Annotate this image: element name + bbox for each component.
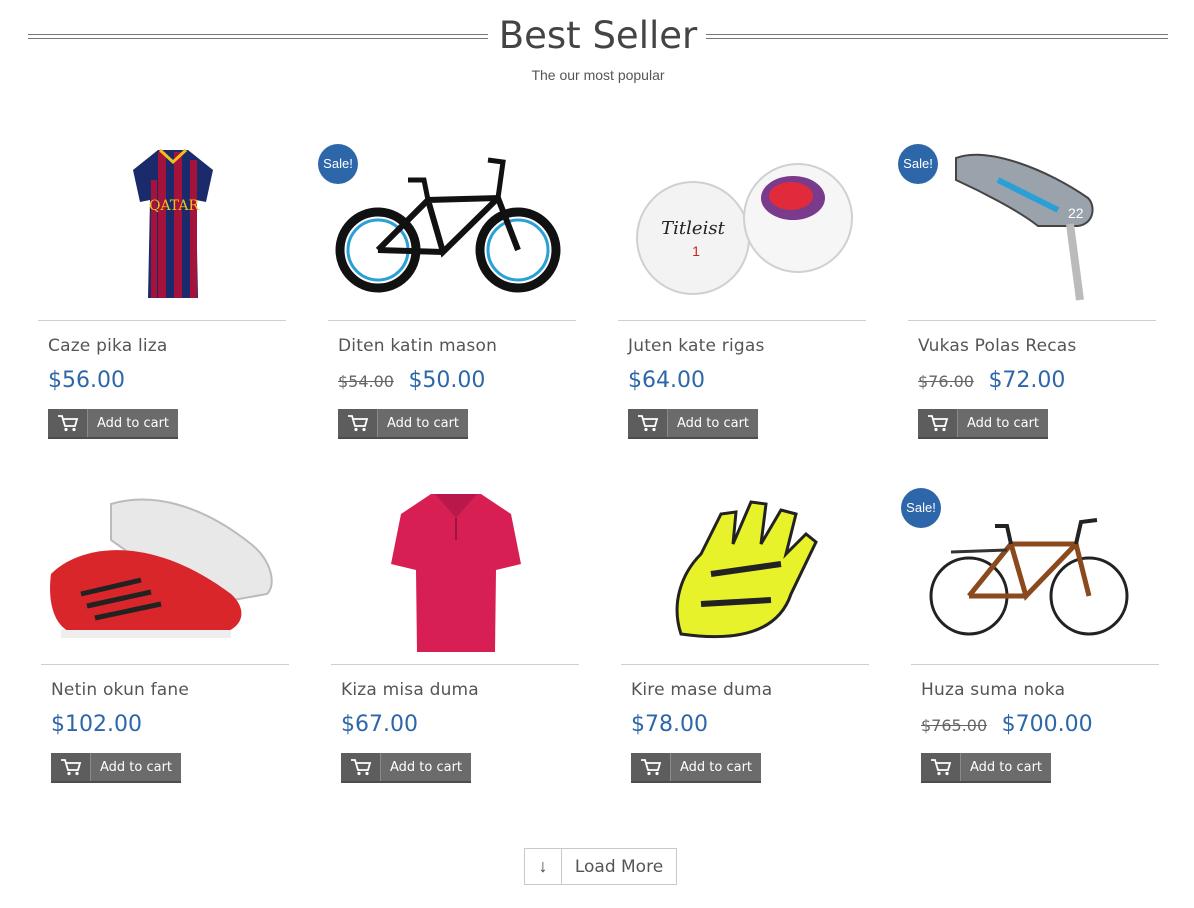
add-to-cart-label: Add to cart (386, 415, 460, 431)
sale-badge: Sale! (901, 488, 941, 528)
product-image-golf-balls[interactable]: Titleist 1 (618, 140, 866, 310)
section-header: Best Seller The our most popular (28, 14, 1168, 94)
product-price: $67.00 (341, 712, 418, 737)
cart-icon (921, 753, 961, 781)
product-prices: $78.00 (631, 712, 708, 737)
load-more-label: Load More (574, 856, 664, 877)
card-divider (331, 664, 579, 665)
add-to-cart-label: Add to cart (966, 415, 1040, 431)
product-name[interactable]: Diten katin mason (338, 336, 497, 356)
add-to-cart-button[interactable]: Add to cart (48, 409, 178, 439)
product-old-price: $765.00 (921, 716, 988, 735)
product-card[interactable]: Kiza misa duma $67.00 Add to cart (331, 484, 579, 784)
add-to-cart-label: Add to cart (969, 759, 1043, 775)
product-prices: $56.00 (48, 368, 125, 393)
svg-text:QATAR: QATAR (149, 198, 200, 214)
add-to-cart-label: Add to cart (389, 759, 463, 775)
product-name[interactable]: Netin okun fane (51, 680, 189, 700)
product-prices: $64.00 (628, 368, 705, 393)
product-name[interactable]: Caze pika liza (48, 336, 168, 356)
card-divider (41, 664, 289, 665)
product-card[interactable]: Netin okun fane $102.00 Add to cart (41, 484, 289, 784)
add-to-cart-button[interactable]: Add to cart (628, 409, 758, 439)
add-to-cart-button[interactable]: Add to cart (921, 753, 1051, 783)
sale-badge: Sale! (898, 144, 938, 184)
card-divider (328, 320, 576, 321)
product-name[interactable]: Vukas Polas Recas (918, 336, 1076, 356)
product-prices: $67.00 (341, 712, 418, 737)
arrow-down-icon: ↓ (525, 849, 562, 884)
product-card[interactable]: Sale! Diten katin mason $54.00 $50.00 Ad… (318, 140, 576, 440)
product-price: $700.00 (1001, 712, 1093, 737)
product-image-road-bike[interactable] (911, 484, 1159, 654)
svg-text:1: 1 (692, 243, 700, 259)
product-name[interactable]: Kiza misa duma (341, 680, 479, 700)
product-image-mountain-bike[interactable] (328, 140, 576, 310)
add-to-cart-button[interactable]: Add to cart (51, 753, 181, 783)
product-image-soccer-jersey[interactable]: QATAR (38, 140, 286, 310)
product-price: $72.00 (988, 368, 1066, 393)
cart-icon (338, 409, 378, 437)
product-price: $56.00 (48, 368, 125, 393)
add-to-cart-label: Add to cart (676, 415, 750, 431)
card-divider (621, 664, 869, 665)
product-price: $102.00 (51, 712, 142, 737)
product-old-price: $54.00 (338, 372, 394, 391)
card-divider (908, 320, 1156, 321)
product-name[interactable]: Juten kate rigas (628, 336, 765, 356)
product-prices: $765.00 $700.00 (921, 712, 1093, 737)
add-to-cart-label: Add to cart (96, 415, 170, 431)
section-subtitle: The our most popular (531, 67, 665, 83)
product-card[interactable]: Kire mase duma $78.00 Add to cart (621, 484, 869, 784)
product-prices: $54.00 $50.00 (338, 368, 485, 393)
add-to-cart-button[interactable]: Add to cart (338, 409, 468, 439)
product-prices: $76.00 $72.00 (918, 368, 1065, 393)
cart-icon (918, 409, 958, 437)
cart-icon (51, 753, 91, 781)
card-divider (618, 320, 866, 321)
card-divider (911, 664, 1159, 665)
add-to-cart-button[interactable]: Add to cart (918, 409, 1048, 439)
section-title: Best Seller (498, 14, 698, 57)
cart-icon (628, 409, 668, 437)
product-card[interactable]: QATAR Caze pika liza $56.00 Add to cart (38, 140, 286, 440)
product-old-price: $76.00 (918, 372, 974, 391)
product-card[interactable]: Sale! Huza suma noka $765.00 $700.00 Add… (901, 484, 1159, 784)
svg-text:22: 22 (1068, 205, 1084, 221)
product-card[interactable]: Titleist 1 Juten kate rigas $64.00 Add t… (618, 140, 866, 440)
product-card[interactable]: 22 Sale! Vukas Polas Recas $76.00 $72.00… (898, 140, 1156, 440)
add-to-cart-label: Add to cart (99, 759, 173, 775)
product-image-football-boots[interactable] (41, 484, 289, 654)
product-prices: $102.00 (51, 712, 142, 737)
add-to-cart-button[interactable]: Add to cart (631, 753, 761, 783)
product-name[interactable]: Huza suma noka (921, 680, 1065, 700)
product-price: $64.00 (628, 368, 705, 393)
cart-icon (341, 753, 381, 781)
product-price: $50.00 (408, 368, 486, 393)
product-price: $78.00 (631, 712, 708, 737)
add-to-cart-label: Add to cart (679, 759, 753, 775)
product-image-motorcycle-glove[interactable] (621, 484, 869, 654)
product-image-golf-iron[interactable]: 22 (908, 140, 1156, 310)
product-image-polo-shirt[interactable] (331, 484, 579, 654)
sale-badge: Sale! (318, 144, 358, 184)
add-to-cart-button[interactable]: Add to cart (341, 753, 471, 783)
load-more-button[interactable]: ↓ Load More (524, 848, 677, 885)
svg-text:Titleist: Titleist (661, 218, 725, 239)
card-divider (38, 320, 286, 321)
cart-icon (48, 409, 88, 437)
cart-icon (631, 753, 671, 781)
product-name[interactable]: Kire mase duma (631, 680, 772, 700)
